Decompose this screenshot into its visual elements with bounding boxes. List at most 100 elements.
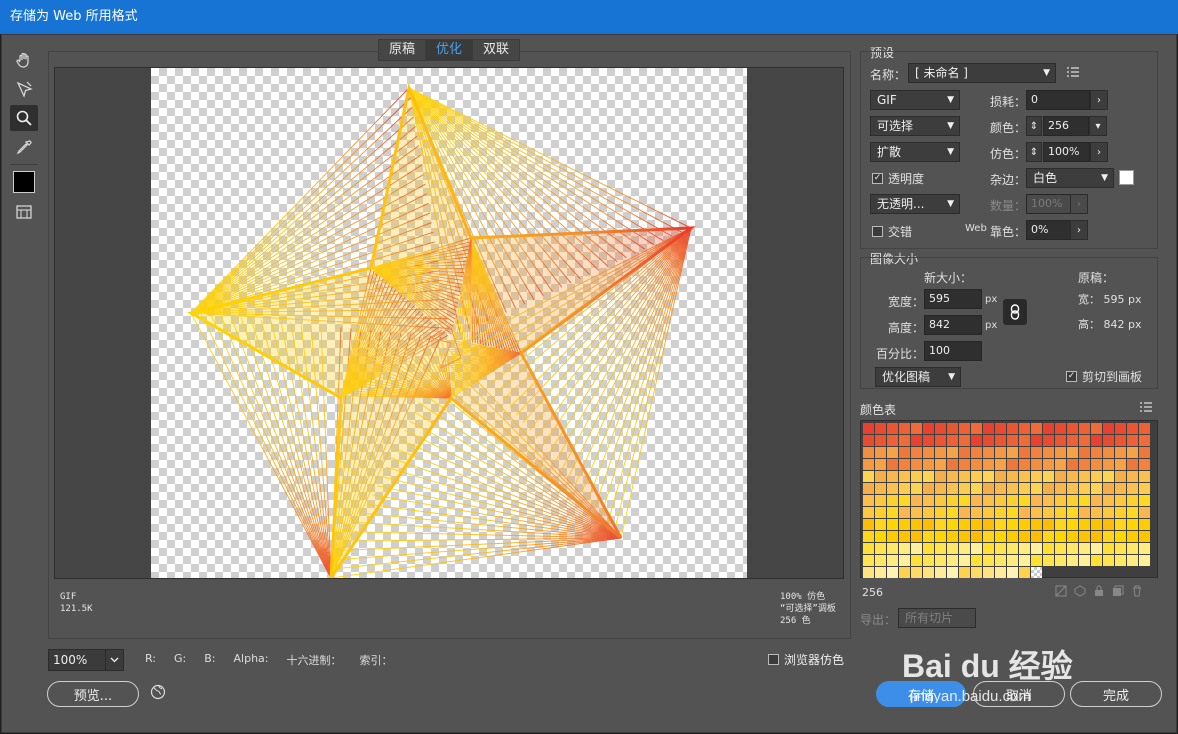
color-swatch[interactable] bbox=[863, 507, 874, 518]
dither-slider-button[interactable]: › bbox=[1090, 142, 1108, 162]
color-swatch[interactable] bbox=[1067, 483, 1078, 494]
color-swatch[interactable] bbox=[1055, 495, 1066, 506]
color-swatch[interactable] bbox=[1055, 459, 1066, 470]
color-swatch[interactable] bbox=[1091, 507, 1102, 518]
color-swatch[interactable] bbox=[1019, 507, 1030, 518]
color-swatch[interactable] bbox=[959, 423, 970, 434]
color-swatch[interactable] bbox=[887, 495, 898, 506]
color-swatch[interactable] bbox=[1115, 459, 1126, 470]
color-swatch[interactable] bbox=[863, 519, 874, 530]
preset-name-select[interactable]: [ 未命名 ] ▼ bbox=[908, 63, 1056, 83]
color-swatch[interactable] bbox=[887, 423, 898, 434]
color-swatch[interactable] bbox=[911, 447, 922, 458]
color-swatch[interactable] bbox=[1067, 447, 1078, 458]
color-swatch[interactable] bbox=[1127, 423, 1138, 434]
color-swatch[interactable] bbox=[935, 507, 946, 518]
color-swatch[interactable] bbox=[1127, 459, 1138, 470]
color-swatch[interactable] bbox=[863, 447, 874, 458]
color-swatch[interactable] bbox=[1115, 471, 1126, 482]
color-swatch[interactable] bbox=[911, 435, 922, 446]
color-swatch[interactable] bbox=[1007, 519, 1018, 530]
color-swatch[interactable] bbox=[959, 435, 970, 446]
color-swatch[interactable] bbox=[935, 531, 946, 542]
color-swatch[interactable] bbox=[1031, 519, 1042, 530]
color-swatch[interactable] bbox=[1067, 531, 1078, 542]
color-swatch[interactable] bbox=[935, 495, 946, 506]
color-swatch[interactable] bbox=[923, 507, 934, 518]
color-swatch[interactable] bbox=[875, 471, 886, 482]
color-swatch[interactable] bbox=[971, 495, 982, 506]
color-swatch[interactable] bbox=[1067, 543, 1078, 554]
color-swatch[interactable] bbox=[995, 447, 1006, 458]
preview-button[interactable]: 预览... bbox=[47, 681, 139, 707]
colors-input[interactable]: 256 bbox=[1043, 116, 1089, 136]
color-swatch[interactable] bbox=[1055, 507, 1066, 518]
color-swatch[interactable] bbox=[935, 459, 946, 470]
color-swatch[interactable] bbox=[923, 435, 934, 446]
transparency-toggle[interactable]: ✓ 透明度 bbox=[872, 170, 924, 187]
color-swatch[interactable] bbox=[1043, 447, 1054, 458]
dither-input[interactable]: 100% bbox=[1043, 142, 1090, 162]
color-swatch[interactable] bbox=[863, 531, 874, 542]
eyedropper-color-swatch[interactable] bbox=[13, 171, 35, 193]
color-swatch[interactable] bbox=[1031, 495, 1042, 506]
color-swatch[interactable] bbox=[971, 531, 982, 542]
color-swatch[interactable] bbox=[899, 495, 910, 506]
color-swatch[interactable] bbox=[875, 507, 886, 518]
height-input[interactable]: 842 bbox=[924, 315, 982, 335]
color-swatch[interactable] bbox=[1127, 483, 1138, 494]
color-swatch[interactable] bbox=[1007, 459, 1018, 470]
color-swatch[interactable] bbox=[911, 519, 922, 530]
color-swatch[interactable] bbox=[947, 435, 958, 446]
color-swatch[interactable] bbox=[1103, 459, 1114, 470]
color-swatch[interactable] bbox=[899, 423, 910, 434]
color-swatch[interactable] bbox=[1031, 567, 1042, 578]
color-swatch[interactable] bbox=[1139, 543, 1150, 554]
lossy-input[interactable]: 0 bbox=[1026, 90, 1090, 110]
color-swatch[interactable] bbox=[875, 447, 886, 458]
color-swatch[interactable] bbox=[983, 495, 994, 506]
color-swatch[interactable] bbox=[1115, 435, 1126, 446]
color-swatch[interactable] bbox=[947, 483, 958, 494]
artboard-preview[interactable] bbox=[151, 68, 747, 578]
color-swatch[interactable] bbox=[1019, 435, 1030, 446]
color-swatch[interactable] bbox=[1127, 495, 1138, 506]
transparency-dither-select[interactable]: 无透明... ▼ bbox=[870, 194, 960, 214]
color-swatch[interactable] bbox=[899, 507, 910, 518]
color-swatch[interactable] bbox=[983, 435, 994, 446]
color-table-grid[interactable] bbox=[862, 422, 1156, 579]
color-swatch[interactable] bbox=[971, 435, 982, 446]
color-swatch[interactable] bbox=[1019, 483, 1030, 494]
color-swatch[interactable] bbox=[887, 483, 898, 494]
color-swatch[interactable] bbox=[875, 543, 886, 554]
color-swatch[interactable] bbox=[1055, 471, 1066, 482]
color-swatch[interactable] bbox=[995, 495, 1006, 506]
color-swatch[interactable] bbox=[1031, 543, 1042, 554]
matte-select[interactable]: 白色 ▼ bbox=[1026, 168, 1114, 188]
color-swatch[interactable] bbox=[1007, 471, 1018, 482]
color-swatch[interactable] bbox=[1139, 447, 1150, 458]
color-swatch[interactable] bbox=[1091, 471, 1102, 482]
color-swatch[interactable] bbox=[935, 483, 946, 494]
color-swatch[interactable] bbox=[947, 543, 958, 554]
color-swatch[interactable] bbox=[863, 543, 874, 554]
color-swatch[interactable] bbox=[1079, 423, 1090, 434]
color-swatch[interactable] bbox=[995, 519, 1006, 530]
color-swatch[interactable] bbox=[1019, 447, 1030, 458]
color-swatch[interactable] bbox=[1139, 483, 1150, 494]
lossy-slider-button[interactable]: › bbox=[1090, 90, 1108, 110]
color-swatch[interactable] bbox=[959, 531, 970, 542]
color-swatch[interactable] bbox=[923, 519, 934, 530]
color-swatch[interactable] bbox=[1139, 435, 1150, 446]
color-swatch[interactable] bbox=[1067, 471, 1078, 482]
tab-optimized[interactable]: 优化 bbox=[426, 40, 474, 60]
color-swatch[interactable] bbox=[1103, 435, 1114, 446]
color-swatch[interactable] bbox=[1139, 459, 1150, 470]
color-swatch[interactable] bbox=[1043, 543, 1054, 554]
color-swatch[interactable] bbox=[1079, 459, 1090, 470]
color-swatch[interactable] bbox=[1079, 531, 1090, 542]
color-swatch[interactable] bbox=[887, 507, 898, 518]
color-swatch[interactable] bbox=[1031, 531, 1042, 542]
color-swatch[interactable] bbox=[995, 483, 1006, 494]
color-swatch[interactable] bbox=[911, 507, 922, 518]
